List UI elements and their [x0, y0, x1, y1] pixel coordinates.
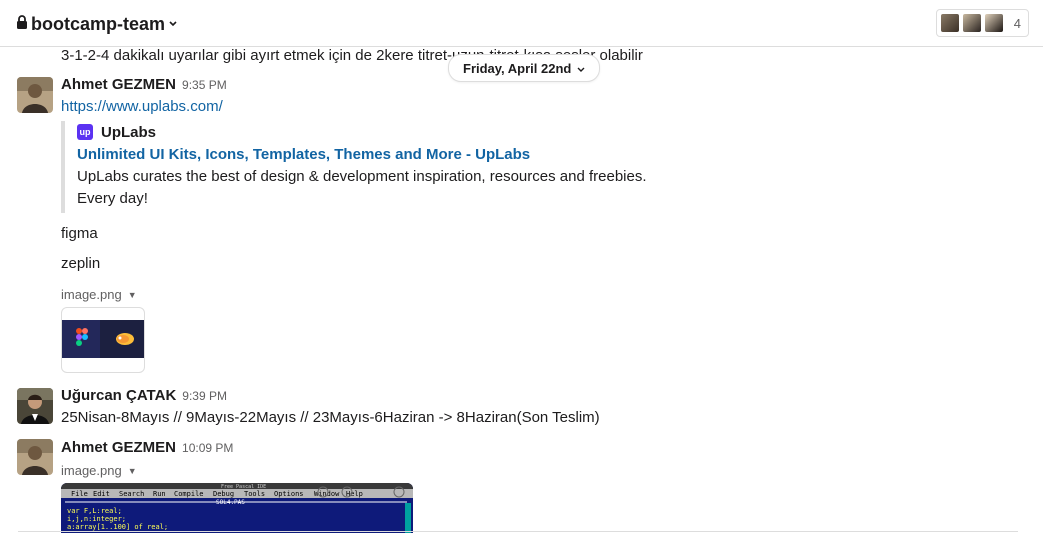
link-preview: up UpLabs Unlimited UI Kits, Icons, Temp…: [61, 121, 701, 213]
message-text: 25Nisan-8Mayıs // 9Mayıs-22Mayıs // 23Ma…: [61, 409, 600, 426]
divider: [18, 531, 1018, 532]
lock-icon: [16, 14, 28, 34]
pascal-window-title: SOL4.PAS: [216, 499, 245, 506]
channel-name-button[interactable]: bootcamp-team: [16, 12, 178, 36]
file-name: image.png: [61, 287, 122, 302]
date-divider-button[interactable]: Friday, April 22nd: [448, 54, 601, 82]
message-text: figma: [61, 225, 98, 242]
message-link[interactable]: https://www.uplabs.com/: [61, 98, 223, 115]
member-avatar: [939, 13, 960, 33]
pascal-menu-item: Options: [274, 490, 304, 498]
pascal-code-line: a:array[1..100] of real;: [67, 523, 168, 531]
avatar[interactable]: [17, 388, 53, 424]
pascal-code-line: i,j,n:integer;: [67, 515, 126, 523]
member-avatar: [961, 13, 982, 33]
chevron-down-icon: [168, 15, 178, 33]
chevron-down-icon: [577, 61, 585, 76]
channel-title: bootcamp-team: [31, 13, 166, 34]
caret-down-icon: ▼: [127, 465, 137, 476]
member-count: 4: [1013, 15, 1021, 31]
timestamp[interactable]: 9:35 PM: [182, 78, 227, 92]
preview-description: UpLabs curates the best of design & deve…: [77, 168, 647, 207]
timestamp[interactable]: 9:39 PM: [182, 389, 227, 403]
file-name-toggle[interactable]: image.png ▼: [61, 287, 137, 302]
pascal-code-line: var F,L:real;: [67, 507, 122, 515]
message-text: zeplin: [61, 255, 101, 272]
file-name-toggle[interactable]: image.png ▼: [61, 463, 137, 478]
pascal-menu-item: File: [71, 490, 88, 498]
pascal-menu-item: Search: [119, 490, 144, 498]
message-list[interactable]: 3-1-2-4 dakikalı uyarılar gibi ayırt etm…: [0, 47, 1043, 533]
preview-title-link[interactable]: Unlimited UI Kits, Icons, Templates, The…: [77, 144, 701, 166]
member-avatar: [983, 13, 1004, 33]
image-attachment[interactable]: [61, 307, 145, 373]
sender-name[interactable]: Ahmet GEZMEN: [61, 439, 176, 456]
pascal-menu-item: Tools: [244, 490, 265, 498]
avatar[interactable]: [17, 77, 53, 113]
sender-name[interactable]: Ahmet GEZMEN: [61, 76, 176, 93]
preview-site: up UpLabs: [77, 121, 701, 143]
sender-name[interactable]: Uğurcan ÇATAK: [61, 387, 176, 404]
members-button[interactable]: 4: [935, 9, 1029, 37]
timestamp[interactable]: 10:09 PM: [182, 441, 233, 455]
message-body: https://www.uplabs.com/: [61, 98, 223, 115]
image-attachment[interactable]: Free Pascal IDE File Edit Search Run Com…: [61, 483, 413, 533]
channel-header: bootcamp-team 4: [0, 0, 1043, 47]
caret-down-icon: ▼: [127, 289, 137, 300]
pascal-menu-item: Compile: [174, 490, 204, 498]
pascal-menu-item: Debug: [213, 490, 234, 498]
uplabs-logo-icon: up: [77, 124, 93, 140]
file-name: image.png: [61, 463, 122, 478]
avatar[interactable]: [17, 439, 53, 475]
date-divider-label: Friday, April 22nd: [463, 60, 572, 76]
message-header: Ahmet GEZMEN 10:09 PM: [61, 439, 233, 456]
message-header: Ahmet GEZMEN 9:35 PM: [61, 76, 227, 93]
pascal-menu-item: Run: [153, 490, 166, 498]
pascal-menu-item: Edit: [93, 490, 110, 498]
message-header: Uğurcan ÇATAK 9:39 PM: [61, 387, 227, 404]
preview-site-name: UpLabs: [101, 123, 157, 141]
zeplin-logo-icon: [116, 333, 134, 345]
